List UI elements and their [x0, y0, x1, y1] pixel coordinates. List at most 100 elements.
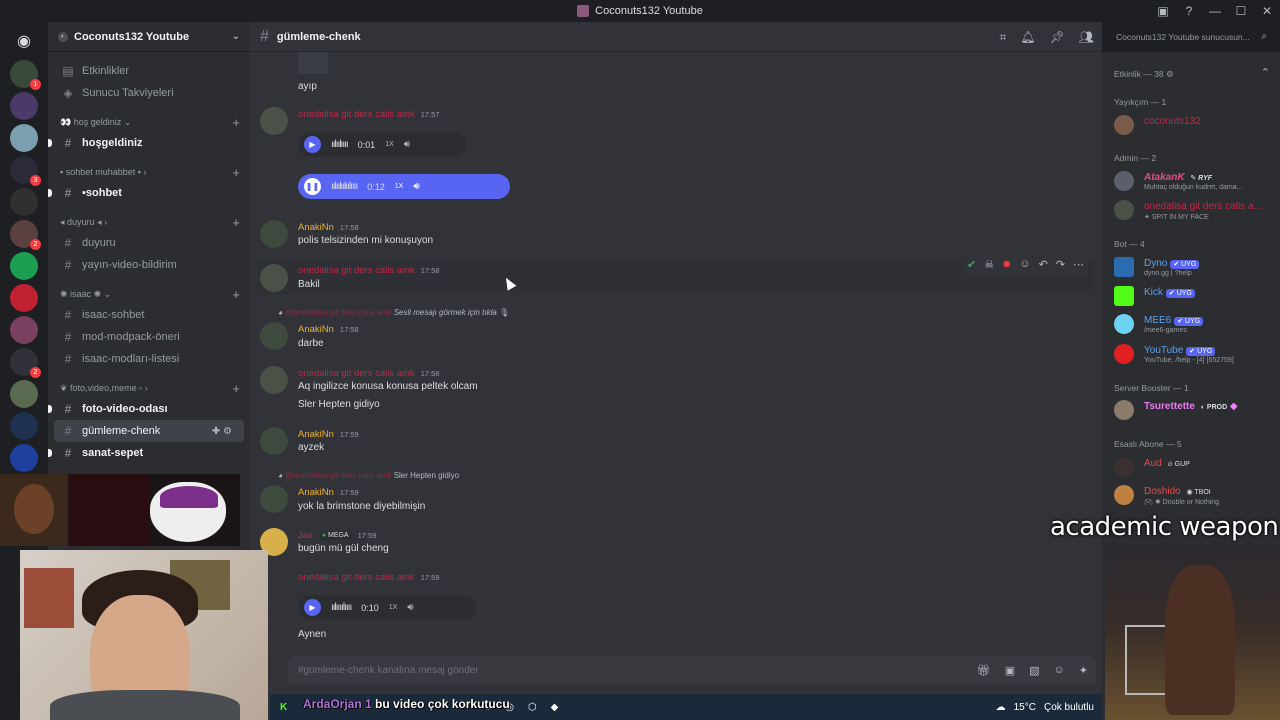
username[interactable]: Jax: [298, 530, 313, 541]
username[interactable]: onedalisa git ders calis amk: [298, 265, 415, 276]
add-channel-icon[interactable]: +: [232, 215, 240, 230]
apps-icon[interactable]: ✦: [1079, 664, 1088, 677]
server-icon[interactable]: [10, 188, 38, 216]
avatar[interactable]: [260, 322, 288, 350]
username[interactable]: onedalisa git ders calis amk: [298, 572, 415, 583]
server-icon[interactable]: [10, 412, 38, 440]
message-input[interactable]: #gümleme-chenk kanalına mesaj gönder 🎁︎ …: [288, 656, 1096, 684]
add-reaction-icon[interactable]: ☺: [1019, 258, 1030, 270]
server-icon[interactable]: 2: [10, 220, 41, 250]
channel-duyuru[interactable]: # duyuru: [48, 232, 250, 254]
playback-speed[interactable]: 1X: [389, 604, 398, 611]
sticker-icon[interactable]: ▧: [1029, 664, 1039, 677]
collapse-icon[interactable]: ⌃: [1261, 66, 1270, 79]
channel-sanat-sepet[interactable]: # sanat-sepet: [48, 442, 250, 464]
threads-icon[interactable]: ⌗: [1000, 30, 1007, 45]
member-row[interactable]: Kick ✔ UYG: [1114, 284, 1274, 308]
channel-sohbet[interactable]: # ▪sohbet: [48, 182, 250, 204]
play-icon[interactable]: ▶: [304, 136, 321, 153]
member-row[interactable]: YouTube ✔ UYG YouTube. /help - [4] [65275…: [1114, 342, 1274, 366]
taskbar-app-icon[interactable]: ◆: [551, 702, 559, 713]
volume-icon[interactable]: 🔊︎: [413, 181, 419, 192]
channel-isaac-modlari[interactable]: # isaac-modları-listesi: [48, 348, 250, 370]
member-row[interactable]: Aud 🔥︎ GUP: [1114, 455, 1274, 479]
member-row[interactable]: Doshido ◉ TBOI 🎮︎ ✸ Double or Nothing: [1114, 483, 1274, 507]
server-icon[interactable]: 2: [10, 348, 41, 378]
gift-icon[interactable]: 🎁︎: [977, 664, 991, 677]
play-icon[interactable]: ▶: [304, 599, 321, 616]
sidebar-item-boosts[interactable]: ◈ Sunucu Takviyeleri: [48, 82, 250, 104]
add-channel-icon[interactable]: +: [232, 287, 240, 302]
star-reaction-icon[interactable]: ✸: [1002, 258, 1011, 271]
discord-home-icon[interactable]: ◉: [10, 28, 38, 56]
username[interactable]: AnakiNn: [298, 487, 334, 498]
server-header[interactable]: ◐ Coconuts132 Youtube ⌄: [48, 22, 250, 52]
category-duyuru[interactable]: ◂ duyuru ◂ › +: [48, 212, 250, 232]
username[interactable]: AnakiNn: [298, 429, 334, 440]
member-row[interactable]: Dyno ✔ UYG dyno.gg | ?help: [1114, 255, 1274, 279]
server-icon[interactable]: [10, 284, 38, 312]
help-icon[interactable]: ?: [1176, 4, 1202, 18]
member-row[interactable]: coconuts132: [1114, 113, 1274, 137]
events-header[interactable]: Etkinlik — 38 ⚙: [1114, 69, 1174, 80]
server-icon[interactable]: [10, 124, 38, 152]
image-attachment[interactable]: [298, 52, 328, 74]
avatar[interactable]: [260, 485, 288, 513]
username[interactable]: AnakiNn: [298, 324, 334, 335]
channel-mod-modpack[interactable]: # mod-modpack-öneri: [48, 326, 250, 348]
category-sohbet[interactable]: ▪ sohbet muhabbet ▪ › +: [48, 162, 250, 182]
playback-speed[interactable]: 1X: [385, 141, 394, 148]
category-foto[interactable]: ❦ foto,video,meme ▫ › +: [48, 378, 250, 398]
server-icon[interactable]: [10, 380, 38, 408]
weather-widget[interactable]: ☁ 15°C Çok bulutlu: [996, 702, 1094, 713]
playback-speed[interactable]: 1X: [395, 183, 404, 190]
category-hos-geldiniz[interactable]: 👀 hoş geldiniz ⌄ +: [48, 112, 250, 132]
volume-icon[interactable]: 🔊︎: [407, 602, 413, 613]
waveform[interactable]: ıılıııılıııı: [331, 602, 352, 613]
channel-isaac-sohbet[interactable]: # isaac-sohbet: [48, 304, 250, 326]
forward-icon[interactable]: ↷: [1056, 258, 1065, 271]
check-reaction-icon[interactable]: ✔: [967, 258, 976, 271]
reply-preview[interactable]: ◕ @onedalisa git ders calis amk Sler Hep…: [278, 471, 459, 480]
server-icon[interactable]: [10, 444, 38, 472]
channel-hosgeldiniz[interactable]: # hoşgeldiniz: [48, 132, 250, 154]
taskbar-app-icon[interactable]: ⬡: [528, 702, 537, 713]
close-button[interactable]: ✕: [1254, 4, 1280, 18]
pause-icon[interactable]: ❚❚: [304, 178, 321, 195]
chevron-down-icon[interactable]: ⌄: [232, 31, 240, 42]
search-input[interactable]: Coconuts132 Youtube sunucusun... ⌕: [1110, 29, 1272, 47]
category-isaac[interactable]: ✺ isaac ✺ ⌄ +: [48, 284, 250, 304]
add-channel-icon[interactable]: +: [232, 115, 240, 130]
member-row[interactable]: Tsurettette ◐ PROD ◆: [1114, 398, 1274, 422]
waveform[interactable]: ıılıılıııı: [331, 139, 349, 150]
inbox-icon[interactable]: ▣: [1150, 4, 1176, 18]
bell-icon[interactable]: 🔔︎: [1020, 30, 1035, 45]
server-icon[interactable]: 3: [10, 156, 41, 186]
volume-icon[interactable]: 🔊︎: [404, 139, 410, 150]
kick-icon[interactable]: K: [280, 702, 287, 713]
member-row[interactable]: onedalisa git ders calis a... ✦ SPIT IN …: [1114, 198, 1274, 222]
avatar[interactable]: [260, 107, 288, 135]
avatar[interactable]: [260, 427, 288, 455]
username[interactable]: onedalisa git ders calis amk: [298, 109, 415, 120]
server-icon[interactable]: [10, 316, 38, 344]
reply-icon[interactable]: ↶: [1039, 258, 1048, 271]
server-icon[interactable]: [10, 92, 38, 120]
sidebar-item-events[interactable]: ▤ Etkinlikler: [48, 60, 250, 82]
member-row[interactable]: MEE6 ✔ UYG /mee6-games: [1114, 312, 1274, 336]
username[interactable]: onedalisa git ders calis amk: [298, 368, 415, 379]
channel-yayin-video[interactable]: # yayın-video-bildirim: [48, 254, 250, 276]
pin-icon[interactable]: 📌︎: [1050, 30, 1065, 45]
avatar[interactable]: [260, 366, 288, 394]
channel-gumleme-chenk[interactable]: # gümleme-chenk ✚ ⚙: [54, 420, 244, 442]
server-icon[interactable]: 1: [10, 60, 41, 90]
username[interactable]: AnakiNn: [298, 222, 334, 233]
gif-icon[interactable]: ▣: [1005, 664, 1015, 677]
avatar[interactable]: [260, 220, 288, 248]
members-icon[interactable]: 👥︎: [1079, 30, 1094, 45]
add-channel-icon[interactable]: +: [232, 381, 240, 396]
channel-foto-video[interactable]: # foto-video-odası: [48, 398, 250, 420]
minimize-button[interactable]: —: [1202, 4, 1228, 18]
skull-reaction-icon[interactable]: ☠: [984, 258, 994, 271]
waveform[interactable]: ıılıılıılıılıııı: [331, 181, 358, 192]
